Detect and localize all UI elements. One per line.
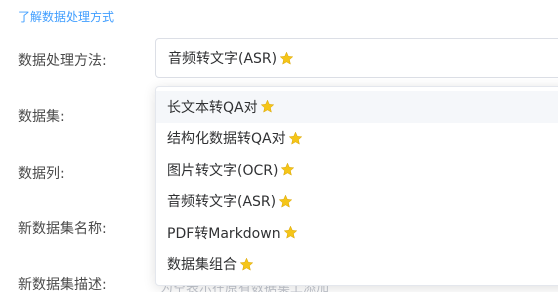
new-dataset-desc-label: 新数据集描述: xyxy=(18,277,107,292)
help-link[interactable]: 了解数据处理方式 xyxy=(18,8,114,25)
option-ocr[interactable]: 图片转文字(OCR) xyxy=(156,154,558,186)
option-asr[interactable]: 音频转文字(ASR) xyxy=(156,186,558,218)
option-label: 图片转文字(OCR) xyxy=(167,162,279,179)
option-dataset-combine[interactable]: 数据集组合 xyxy=(156,249,558,281)
star-icon xyxy=(280,162,295,177)
method-label: 数据处理方法: xyxy=(18,53,107,69)
dataset-label: 数据集: xyxy=(18,109,65,125)
method-select-value: 音频转文字(ASR) xyxy=(168,51,278,67)
method-select[interactable]: 音频转文字(ASR) xyxy=(155,38,558,78)
star-icon xyxy=(278,194,293,209)
option-label: 音频转文字(ASR) xyxy=(167,194,277,211)
option-label: PDF转Markdown xyxy=(167,225,281,242)
new-dataset-name-label: 新数据集名称: xyxy=(18,221,107,237)
star-icon xyxy=(279,51,294,66)
star-icon xyxy=(260,99,275,114)
star-icon xyxy=(283,225,298,240)
star-icon xyxy=(288,131,303,146)
option-label: 数据集组合 xyxy=(167,257,237,274)
option-label: 结构化数据转QA对 xyxy=(167,131,286,148)
method-dropdown: 长文本转QA对 结构化数据转QA对 图片转文字(OCR) 音频转文字(ASR) … xyxy=(155,86,558,286)
option-long-text-qa[interactable]: 长文本转QA对 xyxy=(156,91,558,123)
star-icon xyxy=(239,257,254,272)
option-structured-qa[interactable]: 结构化数据转QA对 xyxy=(156,123,558,155)
option-pdf-markdown[interactable]: PDF转Markdown xyxy=(156,217,558,249)
option-label: 长文本转QA对 xyxy=(167,99,258,116)
column-label: 数据列: xyxy=(18,166,65,182)
